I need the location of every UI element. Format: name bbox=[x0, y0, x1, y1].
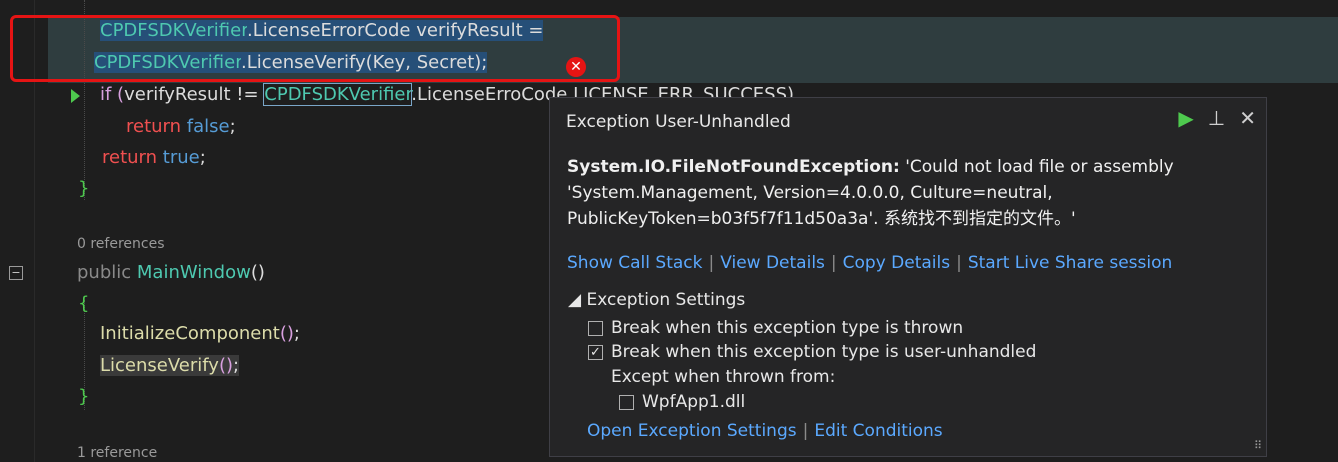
next-statement-arrow-icon[interactable] bbox=[71, 89, 80, 103]
error-highlight-box bbox=[10, 15, 620, 82]
start-live-share-link[interactable]: Start Live Share session bbox=[968, 253, 1172, 273]
code-text: ; bbox=[229, 116, 236, 137]
pin-icon[interactable]: ⊥ bbox=[1208, 106, 1225, 130]
open-exception-settings-link[interactable]: Open Exception Settings bbox=[587, 421, 797, 441]
closing-brace: } bbox=[78, 386, 90, 407]
checkbox[interactable] bbox=[619, 394, 634, 410]
code-line-4[interactable]: return false; bbox=[126, 116, 236, 137]
method-name: InitializeComponent bbox=[100, 323, 280, 344]
option-break-user-unhandled[interactable]: ✓ Break when this exception type is user-… bbox=[588, 342, 1036, 362]
code-text: .LicenseErro bbox=[411, 84, 522, 105]
code-text: ; bbox=[293, 323, 300, 344]
view-details-link[interactable]: View Details bbox=[720, 253, 825, 273]
checkbox[interactable] bbox=[588, 320, 603, 336]
exception-popup: Exception User-Unhandled ▶ ⊥ ✕ System.IO… bbox=[549, 97, 1267, 457]
link-separator: | bbox=[830, 253, 837, 273]
code-line-verify[interactable]: LicenseVerify(); bbox=[100, 355, 240, 376]
link-separator: | bbox=[956, 253, 962, 273]
code-line-init[interactable]: InitializeComponent(); bbox=[100, 323, 300, 344]
option-module[interactable]: WpfApp1.dll bbox=[619, 392, 745, 412]
method-name: MainWindow bbox=[136, 262, 251, 283]
code-text: () bbox=[250, 262, 265, 283]
reference-count[interactable]: 0 references bbox=[77, 236, 165, 252]
code-text: () bbox=[279, 323, 294, 344]
keyword: return bbox=[126, 116, 187, 137]
close-icon[interactable]: ✕ bbox=[1239, 106, 1256, 130]
popup-bottom-links: Open Exception Settings | Edit Conditions bbox=[587, 421, 943, 441]
link-separator: | bbox=[708, 253, 715, 273]
except-label: Except when thrown from: bbox=[611, 367, 835, 387]
method-name: LicenseVerify bbox=[100, 355, 219, 376]
edit-conditions-link[interactable]: Edit Conditions bbox=[814, 421, 942, 441]
keyword: public bbox=[77, 262, 137, 283]
except-text: Except when thrown from: bbox=[611, 367, 836, 387]
option-label: Break when this exception type is user-u… bbox=[611, 342, 1037, 362]
code-text: ; bbox=[199, 147, 206, 168]
code-text: () bbox=[218, 355, 233, 376]
continue-icon[interactable]: ▶ bbox=[1178, 106, 1193, 130]
popup-links: Show Call Stack | View Details | Copy Detail… bbox=[567, 253, 1172, 273]
exception-message: System.IO.FileNotFoundException: 'Could … bbox=[567, 154, 1247, 232]
exception-settings-header[interactable]: ◢ Exception Settings bbox=[568, 290, 745, 310]
show-call-stack-link[interactable]: Show Call Stack bbox=[567, 253, 702, 273]
closing-brace: } bbox=[78, 178, 90, 199]
checkbox-checked[interactable]: ✓ bbox=[588, 344, 603, 360]
error-icon[interactable]: ✕ bbox=[566, 57, 586, 77]
exception-type: System.IO.FileNotFoundException: bbox=[567, 157, 900, 177]
type-name: CPDFSDKVerifier bbox=[263, 83, 413, 106]
collapse-icon[interactable]: − bbox=[9, 266, 23, 280]
option-break-thrown[interactable]: Break when this exception type is thrown bbox=[588, 318, 963, 338]
reference-count[interactable]: 1 reference bbox=[77, 445, 157, 461]
option-label: Break when this exception type is thrown bbox=[611, 318, 964, 338]
link-separator: | bbox=[802, 421, 809, 441]
keyword: true bbox=[162, 147, 200, 168]
code-text: verifyResult != bbox=[124, 84, 265, 105]
keyword: if ( bbox=[100, 84, 125, 105]
code-line-5[interactable]: return true; bbox=[102, 147, 206, 168]
popup-actions: ▶ ⊥ ✕ bbox=[1178, 106, 1256, 130]
opening-brace: { bbox=[78, 293, 90, 314]
keyword: false bbox=[186, 116, 230, 137]
popup-title: Exception User-Unhandled bbox=[566, 112, 791, 132]
resize-grip-icon[interactable]: ⠿ bbox=[1254, 439, 1262, 452]
copy-details-link[interactable]: Copy Details bbox=[843, 253, 950, 273]
code-line-ctor[interactable]: public MainWindow() bbox=[77, 262, 265, 283]
code-text: ; bbox=[232, 355, 240, 376]
module-label: WpfApp1.dll bbox=[642, 392, 746, 412]
keyword: return bbox=[102, 147, 163, 168]
